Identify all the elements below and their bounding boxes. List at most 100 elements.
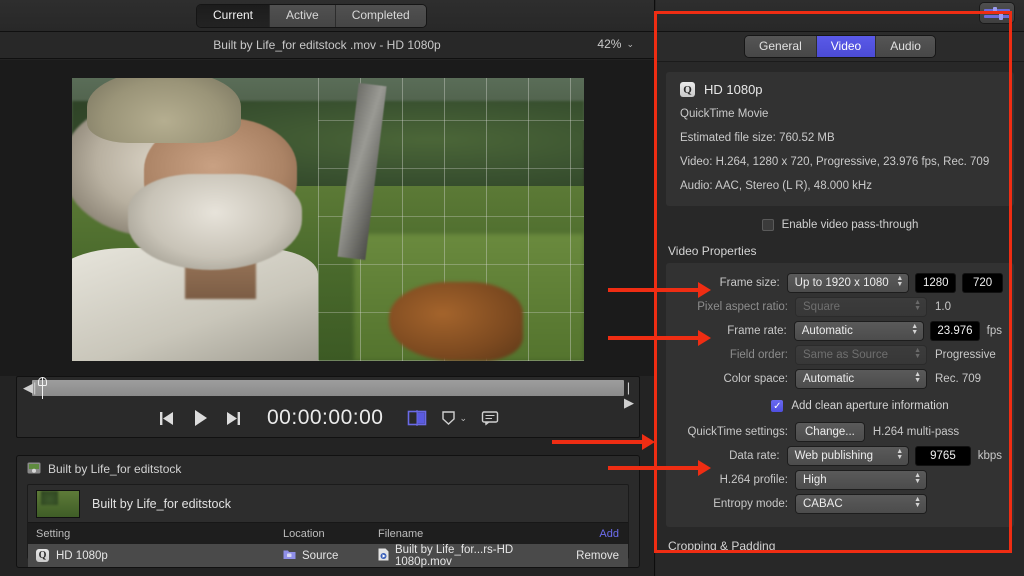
h264-profile-row: H.264 profile: High ▲▼ <box>678 468 1002 492</box>
stepper-arrows-icon: ▲▼ <box>914 473 921 485</box>
stepper-arrows-icon: ▲▼ <box>896 276 903 288</box>
playhead[interactable] <box>38 377 47 399</box>
scrub-end-icon: |▶ <box>624 380 633 396</box>
pixel-aspect-readout: 1.0 <box>935 301 951 313</box>
stepper-arrows-icon: ▲▼ <box>896 449 903 461</box>
row-filename: Built by Life_for...rs-HD 1080p.mov <box>378 544 566 568</box>
summary-audio: Audio: AAC, Stereo (L R), 48.000 kHz <box>680 179 1000 194</box>
stepper-arrows-icon: ▲▼ <box>911 324 918 336</box>
change-button[interactable]: Change... <box>796 423 864 441</box>
caption-icon[interactable] <box>481 410 499 426</box>
file-title-bar: Built by Life_for editstock .mov - HD 10… <box>0 32 654 59</box>
passthrough-checkbox[interactable] <box>762 219 774 231</box>
data-rate-select[interactable]: Web publishing ▲▼ <box>788 447 909 465</box>
frame-height-input[interactable]: 720 <box>963 274 1002 292</box>
clean-aperture-row[interactable]: ✓ Add clean aperture information <box>718 391 1002 420</box>
tab-audio[interactable]: Audio <box>876 36 935 57</box>
field-order-label: Field order: <box>678 349 796 361</box>
entropy-mode-row: Entropy mode: CABAC ▲▼ <box>678 492 1002 516</box>
zoom-level: 42% <box>597 37 621 51</box>
tab-current[interactable]: Current <box>197 5 270 27</box>
frame-rate-input[interactable]: 23.976 <box>931 322 978 340</box>
column-setting: Setting <box>28 528 283 540</box>
quicktime-settings-readout: H.264 multi-pass <box>873 426 959 438</box>
sliders-icon[interactable] <box>980 3 1014 23</box>
left-pane: Current Active Completed Built by Life_f… <box>0 0 655 576</box>
cropping-padding-title: Cropping & Padding <box>656 527 1024 553</box>
frame-size-label: Frame size: <box>678 277 788 289</box>
fps-unit-label: fps <box>987 325 1002 337</box>
job-thumbnail <box>36 490 80 518</box>
frame-width-input[interactable]: 1280 <box>916 274 955 292</box>
clean-aperture-checkbox[interactable]: ✓ <box>771 400 783 412</box>
table-row[interactable]: Q HD 1080p Source Built by Life_for... <box>28 544 628 567</box>
play-icon[interactable] <box>190 408 210 428</box>
quicktime-settings-label: QuickTime settings: <box>678 426 796 438</box>
timecode-display[interactable]: 00:00:00:00 <box>267 406 383 430</box>
batch-header: Built by Life_for editstock <box>17 456 639 482</box>
quicktime-badge-icon: Q <box>680 82 695 97</box>
color-space-label: Color space: <box>678 373 796 385</box>
playback-controls: 00:00:00:00 ⌄ <box>17 397 639 437</box>
marker-icon[interactable]: ⌄ <box>441 410 467 426</box>
data-rate-row: Data rate: Web publishing ▲▼ 9765 kbps <box>678 444 1002 468</box>
skip-back-icon[interactable] <box>157 410 176 427</box>
h264-profile-select[interactable]: High ▲▼ <box>796 471 926 489</box>
file-title: Built by Life_for editstock .mov - HD 10… <box>213 38 440 52</box>
frame-size-row: Frame size: Up to 1920 x 1080 ▲▼ 1280 72… <box>678 271 1002 295</box>
batch-title: Built by Life_for editstock <box>48 462 181 476</box>
row-location: Source <box>283 549 378 563</box>
scrubber-track[interactable]: ◀| |▶ <box>32 380 624 396</box>
frame-rate-value: Automatic <box>802 325 853 337</box>
compressor-window: Current Active Completed Built by Life_f… <box>0 0 1024 576</box>
split-view-icon[interactable] <box>407 410 427 426</box>
clean-aperture-label: Add clean aperture information <box>791 400 948 412</box>
inspector-toolbar <box>656 0 1024 32</box>
frame-rate-select[interactable]: Automatic ▲▼ <box>795 322 924 340</box>
quicktime-badge-icon: Q <box>36 549 49 562</box>
tab-video[interactable]: Video <box>817 36 876 57</box>
tab-active[interactable]: Active <box>270 5 336 27</box>
job-table-header: Setting Location Filename Add <box>28 522 628 544</box>
job-header: Built by Life_for editstock <box>28 485 628 522</box>
field-order-row: Field order: Same as Source ▲▼ Progressi… <box>678 343 1002 367</box>
data-rate-input[interactable]: 9765 <box>916 447 970 465</box>
data-rate-value: Web publishing <box>795 450 873 462</box>
frame-size-value: Up to 1920 x 1080 <box>795 277 889 289</box>
batch-icon <box>27 461 41 478</box>
data-rate-label: Data rate: <box>678 450 788 462</box>
summary-card: Q HD 1080p QuickTime Movie Estimated fil… <box>666 72 1014 206</box>
stepper-arrows-icon: ▲▼ <box>914 497 921 509</box>
field-order-readout: Progressive <box>935 349 996 361</box>
batch-view-tabs[interactable]: Current Active Completed <box>197 5 426 27</box>
tab-general[interactable]: General <box>745 36 817 57</box>
zoom-control[interactable]: 42% ⌄ <box>597 37 634 51</box>
h264-profile-value: High <box>803 474 827 486</box>
skip-forward-icon[interactable] <box>224 410 243 427</box>
color-space-readout: Rec. 709 <box>935 373 981 385</box>
add-button[interactable]: Add <box>566 528 628 540</box>
video-properties-card: Frame size: Up to 1920 x 1080 ▲▼ 1280 72… <box>666 263 1014 527</box>
inspector-tab-group[interactable]: General Video Audio <box>745 36 935 57</box>
color-space-select[interactable]: Automatic ▲▼ <box>796 370 926 388</box>
scrub-start-icon: ◀| <box>23 380 32 396</box>
top-toolbar: Current Active Completed <box>0 0 654 32</box>
frame-rate-row: Frame rate: Automatic ▲▼ 23.976 fps <box>678 319 1002 343</box>
job-title: Built by Life_for editstock <box>92 497 231 511</box>
color-space-row: Color space: Automatic ▲▼ Rec. 709 <box>678 367 1002 391</box>
inspector-pane: General Video Audio Q HD 1080p QuickTime… <box>656 0 1024 576</box>
tab-completed[interactable]: Completed <box>336 5 426 27</box>
row-filename-label: Built by Life_for...rs-HD 1080p.mov <box>395 544 566 568</box>
summary-video: Video: H.264, 1280 x 720, Progressive, 2… <box>680 155 1000 170</box>
entropy-mode-select[interactable]: CABAC ▲▼ <box>796 495 926 513</box>
kbps-unit-label: kbps <box>978 450 1002 462</box>
remove-button[interactable]: Remove <box>566 550 628 562</box>
row-location-label: Source <box>302 550 338 562</box>
inspector-tabs: General Video Audio <box>656 32 1024 62</box>
color-space-value: Automatic <box>803 373 854 385</box>
pixel-aspect-value: Square <box>803 301 840 313</box>
video-passthrough-row[interactable]: Enable video pass-through <box>656 206 1024 242</box>
job-card: Built by Life_for editstock Setting Loca… <box>27 484 629 559</box>
summary-title-row: Q HD 1080p <box>680 82 1000 97</box>
frame-size-select[interactable]: Up to 1920 x 1080 ▲▼ <box>788 274 909 292</box>
